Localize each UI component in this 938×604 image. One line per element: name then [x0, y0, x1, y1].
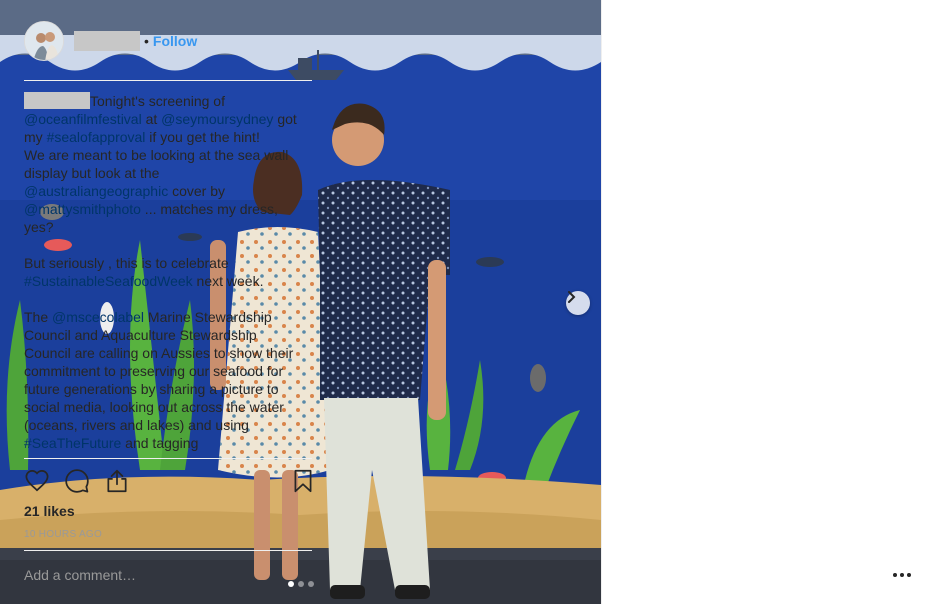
caption-text: Tonight's screening of: [90, 93, 225, 109]
post-timestamp[interactable]: 10 HOURS AGO: [24, 529, 102, 540]
caption-text: cover by: [168, 183, 226, 199]
divider: [24, 458, 312, 459]
caption-text: my: [24, 129, 47, 145]
carousel-dot: [308, 581, 314, 587]
redacted-username[interactable]: [24, 92, 90, 109]
post-header: • Follow: [24, 20, 312, 62]
avatar[interactable]: [24, 21, 64, 61]
follow-button[interactable]: Follow: [153, 33, 197, 49]
heart-icon: [24, 470, 50, 498]
like-count[interactable]: 21 likes: [24, 503, 75, 519]
divider: [24, 80, 312, 81]
post-actions: [24, 468, 314, 498]
comment-input[interactable]: [24, 564, 264, 586]
caption-text: Marine Stewardship: [144, 309, 272, 325]
separator-dot: •: [144, 33, 149, 49]
mention-link[interactable]: @mattysmithphoto: [24, 201, 141, 217]
caption-text: The: [24, 309, 53, 325]
save-button[interactable]: [290, 468, 318, 496]
divider: [24, 550, 312, 551]
post-caption: Tonight's screening of @oceanfilmfestiva…: [24, 92, 314, 458]
caption-text: next week.: [192, 273, 264, 289]
hashtag-link[interactable]: #sealofapproval: [47, 129, 146, 145]
caption-text: got: [273, 111, 297, 127]
mention-link[interactable]: @oceanfilmfestival: [24, 111, 142, 127]
caption-text: (oceans, rivers and lakes) and using: [24, 417, 249, 433]
mention-link[interactable]: @australiangeographic: [24, 183, 168, 199]
hashtag-link[interactable]: #SustainableSeafoodWeek: [24, 273, 193, 289]
carousel-dot: [288, 581, 294, 587]
more-options-icon: [892, 568, 912, 582]
caption-text: We are meant to be looking at the sea wa…: [24, 147, 289, 163]
caption-text: But seriously , this is to celebrate: [24, 255, 229, 271]
mention-link[interactable]: @seymoursydney: [161, 111, 273, 127]
hashtag-link[interactable]: #SeaTheFuture: [24, 435, 121, 451]
caption-text: commitment to preserving our seafood for: [24, 363, 284, 379]
caption-text: Council are calling on Aussies to show t…: [24, 345, 294, 361]
caption-text: display but look at the: [24, 165, 160, 181]
redacted-username[interactable]: [74, 31, 140, 51]
more-options-button[interactable]: [892, 568, 912, 582]
comment-bubble-icon: [64, 469, 90, 498]
post-side-panel: [601, 0, 938, 604]
caption-text: and tagging: [121, 435, 199, 451]
like-button[interactable]: [24, 468, 52, 496]
caption-text: Council and Aquaculture Stewardship: [24, 327, 257, 343]
caption-text: social media, looking out across the wat…: [24, 399, 284, 415]
caption-text: if you get the hint!: [145, 129, 260, 145]
carousel-dot: [298, 581, 304, 587]
bookmark-icon: [290, 469, 316, 498]
caption-text: future generations by sharing a picture …: [24, 381, 279, 397]
share-icon: [104, 469, 130, 498]
caption-text: at: [141, 111, 162, 127]
caption-text: yes?: [24, 219, 54, 235]
comment-button[interactable]: [64, 468, 92, 496]
mention-link[interactable]: @mscecolabel: [52, 309, 144, 325]
share-button[interactable]: [104, 468, 132, 496]
next-slide-button[interactable]: [566, 291, 590, 315]
caption-text: ... matches my dress,: [140, 201, 278, 217]
carousel-indicator: [288, 581, 314, 587]
